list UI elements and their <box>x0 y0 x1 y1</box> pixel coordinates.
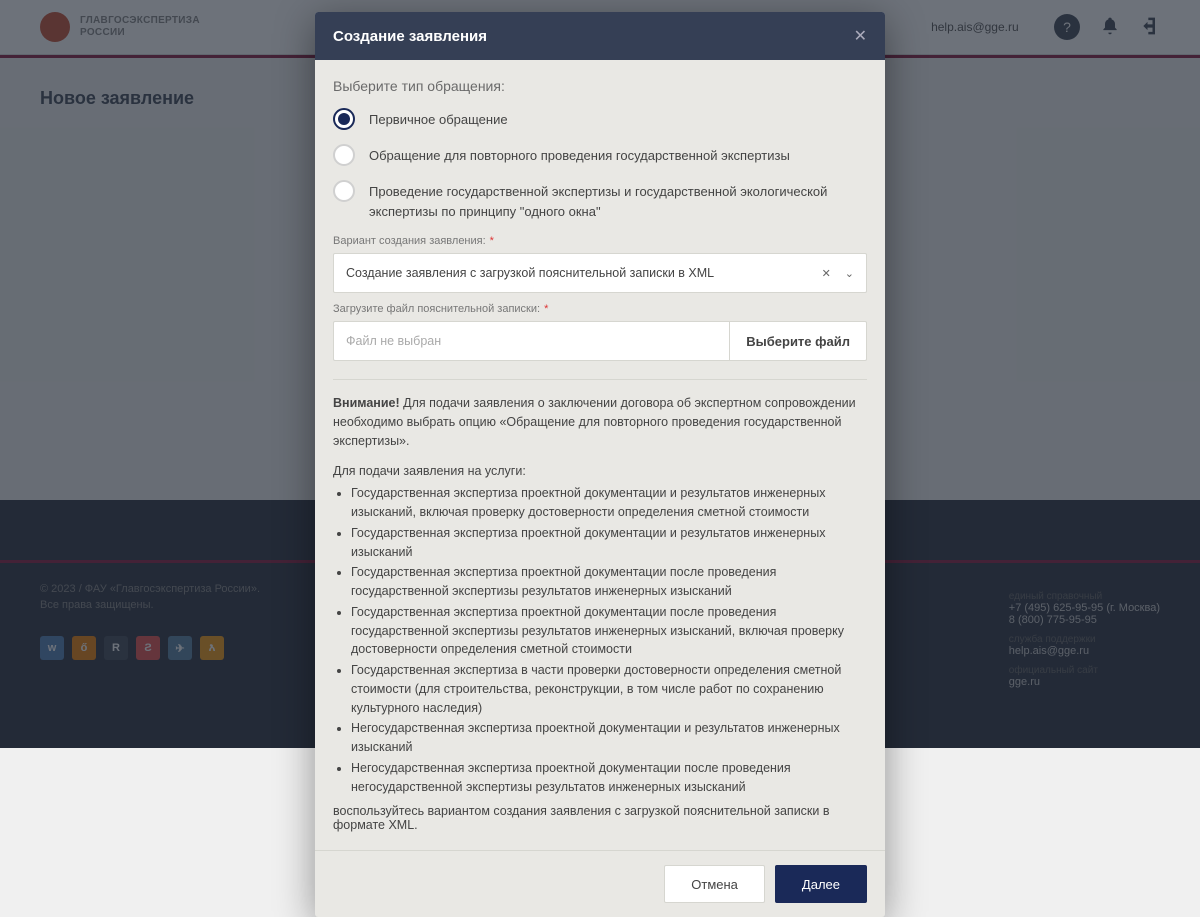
radio-icon <box>333 180 355 202</box>
file-label: Загрузите файл пояснительной записки:* <box>333 303 867 315</box>
list-item: Негосударственная экспертиза проектной д… <box>351 759 867 797</box>
modal-header: Создание заявления ✕ <box>315 12 885 60</box>
list-item: Государственная экспертиза проектной док… <box>351 603 867 659</box>
list-item: Негосударственная экспертиза проектной д… <box>351 719 867 757</box>
divider <box>333 379 867 380</box>
radio-label: Обращение для повторного проведения госу… <box>369 144 790 166</box>
next-button[interactable]: Далее <box>775 865 867 903</box>
radio-primary[interactable]: Первичное обращение <box>333 108 867 130</box>
services-list: Государственная экспертиза проектной док… <box>333 484 867 796</box>
radio-label: Первичное обращение <box>369 108 508 130</box>
variant-select[interactable]: Создание заявления с загрузкой пояснител… <box>333 253 867 293</box>
choose-file-button[interactable]: Выберите файл <box>729 321 867 361</box>
list-item: Государственная экспертиза проектной док… <box>351 524 867 562</box>
modal-footer: Отмена Далее <box>315 850 885 917</box>
radio-section-label: Выберите тип обращения: <box>333 78 867 94</box>
list-item: Государственная экспертиза в части прове… <box>351 661 867 717</box>
list-item: Государственная экспертиза проектной док… <box>351 484 867 522</box>
variant-value: Создание заявления с загрузкой пояснител… <box>346 266 714 280</box>
create-application-modal: Создание заявления ✕ Выберите тип обраще… <box>315 12 885 917</box>
modal-title: Создание заявления <box>333 28 487 45</box>
radio-icon <box>333 108 355 130</box>
clear-icon[interactable]: ✕ <box>822 267 831 280</box>
chevron-down-icon[interactable]: ⌄ <box>845 267 854 280</box>
services-intro: Для подачи заявления на услуги: <box>333 464 867 478</box>
file-input[interactable]: Файл не выбран <box>333 321 729 361</box>
radio-icon <box>333 144 355 166</box>
variant-label: Вариант создания заявления:* <box>333 235 867 247</box>
radio-label: Проведение государственной экспертизы и … <box>369 180 867 221</box>
list-item: Государственная экспертиза проектной док… <box>351 563 867 601</box>
services-outro: воспользуйтесь вариантом создания заявле… <box>333 804 867 832</box>
radio-ecological[interactable]: Проведение государственной экспертизы и … <box>333 180 867 221</box>
close-icon[interactable]: ✕ <box>854 26 867 46</box>
cancel-button[interactable]: Отмена <box>664 865 765 903</box>
warning-text: Внимание! Для подачи заявления о заключе… <box>333 394 867 450</box>
radio-repeat[interactable]: Обращение для повторного проведения госу… <box>333 144 867 166</box>
